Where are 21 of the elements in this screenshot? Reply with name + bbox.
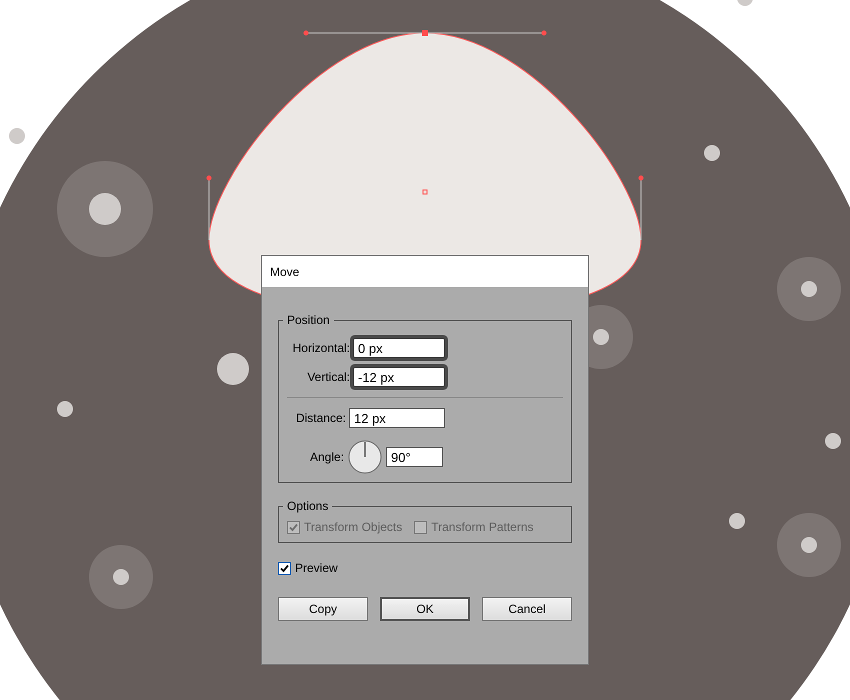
field-label: Horizontal: — [292, 340, 350, 357]
checkmark-icon — [280, 564, 289, 572]
angle-dial-icon[interactable] — [348, 440, 382, 474]
dialog-button[interactable]: OK — [380, 597, 470, 621]
group-legend: Options — [283, 497, 332, 515]
input-field[interactable]: 0 px — [353, 338, 445, 358]
dialog-button[interactable]: Copy — [278, 597, 368, 621]
field-label: Angle: — [310, 449, 344, 466]
checkbox-label: Transform Objects — [304, 519, 402, 536]
group-legend: Position — [283, 311, 334, 329]
checkmark-icon — [289, 522, 298, 532]
field-label: Vertical: — [307, 369, 350, 386]
input-field[interactable]: 90° — [386, 447, 444, 467]
checkbox[interactable] — [278, 562, 291, 574]
dialog-button[interactable]: Cancel — [482, 597, 572, 621]
checkbox-label: Preview — [295, 560, 338, 577]
dialog-title: Move — [262, 256, 588, 287]
input-field[interactable]: -12 px — [353, 367, 445, 387]
field-label: Distance: — [296, 410, 346, 427]
input-field[interactable]: 12 px — [349, 408, 445, 428]
checkbox-label: Transform Patterns — [431, 519, 534, 536]
